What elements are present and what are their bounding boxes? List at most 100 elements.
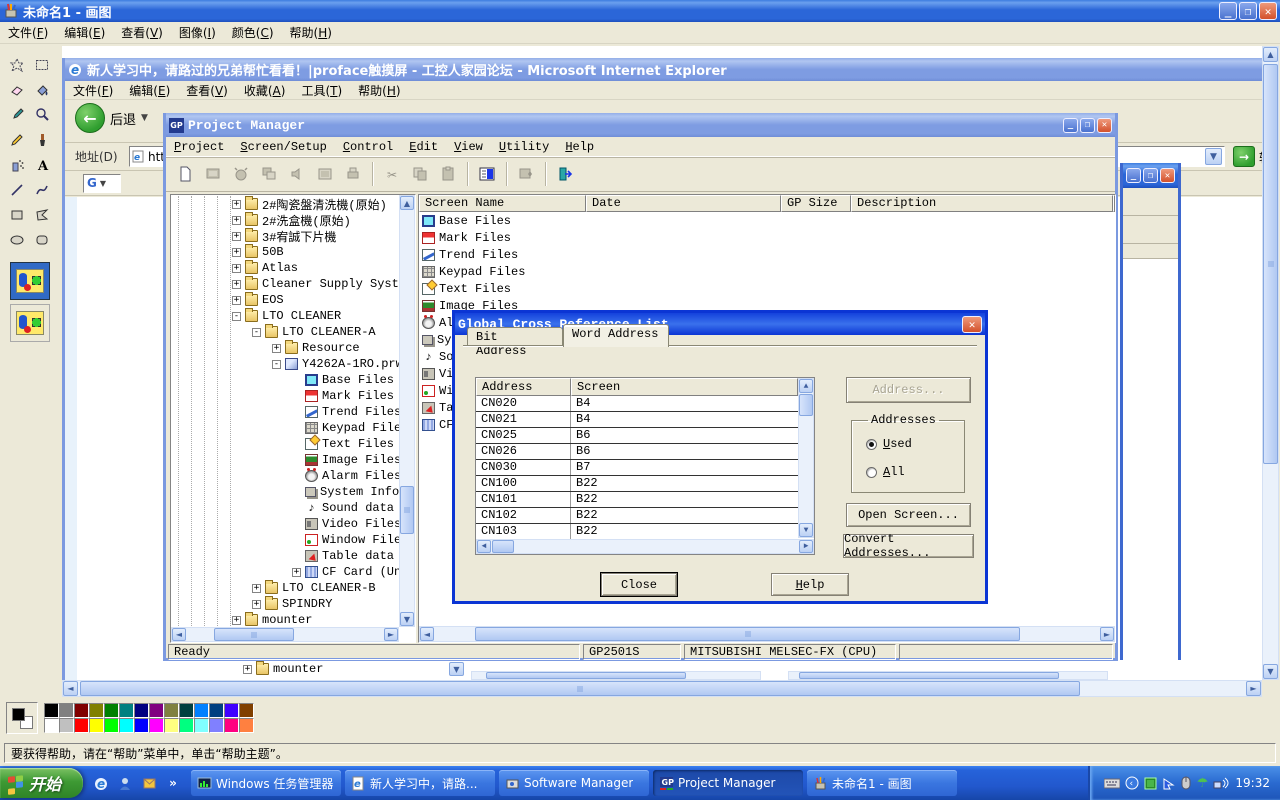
palette-color-swatch[interactable] (89, 703, 104, 718)
menu-item-编辑-e[interactable]: 编辑(E) (56, 22, 113, 43)
table-row[interactable]: CN025B6 (476, 428, 798, 444)
list-item-base-files[interactable]: Base Files (419, 212, 1115, 229)
table-row[interactable]: CN030B7 (476, 460, 798, 476)
scroll-right-button[interactable]: ► (799, 540, 813, 553)
minimize-button[interactable]: _ (1126, 168, 1141, 183)
scroll-up-button[interactable]: ▲ (1263, 47, 1278, 62)
tool-ellipse[interactable] (4, 227, 29, 252)
scroll-left-button[interactable]: ◄ (477, 540, 491, 553)
tree-item-base-files[interactable]: Base Files (171, 372, 399, 388)
start-button[interactable]: 开始 (0, 768, 83, 798)
close-button[interactable]: ✕ (1160, 168, 1175, 183)
palette-color-swatch[interactable] (149, 718, 164, 733)
scroll-down-button[interactable]: ▼ (1263, 664, 1278, 679)
tool-fill[interactable] (29, 77, 54, 102)
scrollbar-thumb[interactable] (214, 628, 294, 641)
address-dropdown-button[interactable]: ▼ (1205, 148, 1222, 165)
back-button[interactable]: ← 后退 ▼ (75, 103, 148, 133)
tool-magnifier[interactable] (29, 102, 54, 127)
table-row[interactable]: CN020B4 (476, 396, 798, 412)
scrollbar-thumb[interactable] (492, 540, 514, 553)
palette-color-swatch[interactable] (164, 703, 179, 718)
palette-color-swatch[interactable] (179, 718, 194, 733)
tab-bit-address[interactable]: Bit Address (467, 327, 563, 347)
menu-item-project[interactable]: Project (166, 138, 232, 156)
tree-item-video-files[interactable]: Video Files (171, 516, 399, 532)
palette-color-swatch[interactable] (194, 703, 209, 718)
mouse-tray-icon[interactable] (1180, 776, 1192, 790)
expand-icon[interactable]: + (252, 600, 261, 609)
list-item-trend-files[interactable]: Trend Files (419, 246, 1115, 263)
expand-icon[interactable]: + (232, 280, 241, 289)
expand-icon[interactable]: + (232, 616, 241, 625)
palette-color-swatch[interactable] (104, 703, 119, 718)
scroll-left-button[interactable]: ◄ (63, 681, 78, 696)
palette-color-swatch[interactable] (44, 718, 59, 733)
pm-close-button[interactable]: ✕ (1097, 118, 1112, 133)
tool-select[interactable] (29, 52, 54, 77)
palette-color-swatch[interactable] (164, 718, 179, 733)
paint-tool-options-box-2[interactable] (10, 304, 50, 342)
scroll-right-button[interactable]: ► (1100, 627, 1114, 641)
scrollbar-thumb[interactable] (1263, 64, 1278, 464)
tool-picker[interactable] (4, 102, 29, 127)
tree-horizontal-scrollbar[interactable]: ◄ ► (171, 627, 399, 642)
list-horizontal-scrollbar[interactable]: ◄ ► (419, 626, 1115, 642)
expand-icon[interactable]: - (252, 328, 261, 337)
taskbar-button-project-manager[interactable]: GPProject Manager (653, 770, 803, 796)
exit-toolbar-button[interactable] (552, 161, 578, 187)
scroll-up-button[interactable]: ▲ (400, 196, 414, 210)
tree-item-mounter[interactable]: +mounter (171, 612, 399, 628)
scroll-right-button[interactable]: ► (384, 628, 398, 641)
taskbar-button-未命名1-画图[interactable]: 未命名1 - 画图 (807, 770, 957, 796)
more-quicklaunch-icon[interactable]: » (165, 775, 181, 791)
paint-close-button[interactable]: ✕ (1259, 2, 1277, 20)
taskbar-button-windows-任务管理器[interactable]: Windows 任务管理器 (191, 770, 341, 796)
paint-restore-button[interactable]: ❐ (1239, 2, 1257, 20)
palette-color-swatch[interactable] (89, 718, 104, 733)
tree-item-atlas[interactable]: +Atlas (171, 260, 399, 276)
tree-item-50b[interactable]: +50B (171, 244, 399, 260)
tool-eraser[interactable] (4, 77, 29, 102)
scrollbar-thumb[interactable] (400, 486, 414, 534)
palette-color-swatch[interactable] (119, 718, 134, 733)
palette-color-swatch[interactable] (179, 703, 194, 718)
go-button[interactable]: → (1233, 146, 1255, 167)
pm-minimize-button[interactable]: _ (1063, 118, 1078, 133)
new-project-toolbar-button[interactable] (172, 161, 198, 187)
palette-color-swatch[interactable] (194, 718, 209, 733)
palette-color-swatch[interactable] (224, 703, 239, 718)
ie-quicklaunch-icon[interactable]: e (93, 775, 109, 791)
scrollbar-thumb[interactable] (80, 681, 1080, 696)
tree-item-spindry[interactable]: +SPINDRY (171, 596, 399, 612)
expand-icon[interactable]: + (232, 200, 241, 209)
list-item-text-files[interactable]: Text Files (419, 280, 1115, 297)
pm-maximize-button[interactable]: ❐ (1080, 118, 1095, 133)
paint-minimize-button[interactable]: _ (1219, 2, 1237, 20)
open-screen-button[interactable]: Open Screen... (846, 503, 971, 527)
menu-item-utility[interactable]: Utility (491, 138, 557, 156)
tree-item-window-files[interactable]: Window Files (171, 532, 399, 548)
table-row[interactable]: CN103B22 (476, 524, 798, 540)
table-horizontal-scrollbar[interactable]: ◄ ► (476, 539, 814, 554)
palette-color-swatch[interactable] (149, 703, 164, 718)
tree-item-lto-cleaner[interactable]: -LTO CLEANER (171, 308, 399, 324)
google-search-box[interactable]: G ▼ (83, 174, 121, 193)
tree-item-alarm-files[interactable]: Alarm Files (171, 468, 399, 484)
palette-color-swatch[interactable] (209, 718, 224, 733)
table-row[interactable]: CN100B22 (476, 476, 798, 492)
paint-tool-options-box-1[interactable] (10, 262, 50, 300)
palette-color-swatch[interactable] (119, 703, 134, 718)
menu-item-help[interactable]: Help (557, 138, 602, 156)
language-tray-icon[interactable]: ‹ (1125, 776, 1139, 790)
tree-item-lto-cleaner-b[interactable]: +LTO CLEANER-B (171, 580, 399, 596)
display-tray-icon[interactable] (1144, 777, 1157, 790)
column-header-address[interactable]: Address (476, 378, 571, 396)
scrollbar-thumb[interactable] (799, 394, 813, 416)
tool-polygon[interactable] (29, 202, 54, 227)
clock[interactable]: 19:32 (1235, 776, 1270, 790)
tree-vertical-scrollbar[interactable]: ▲ ▼ (399, 195, 415, 627)
expand-icon[interactable]: + (252, 584, 261, 593)
tool-curve[interactable] (29, 177, 54, 202)
palette-color-swatch[interactable] (74, 718, 89, 733)
